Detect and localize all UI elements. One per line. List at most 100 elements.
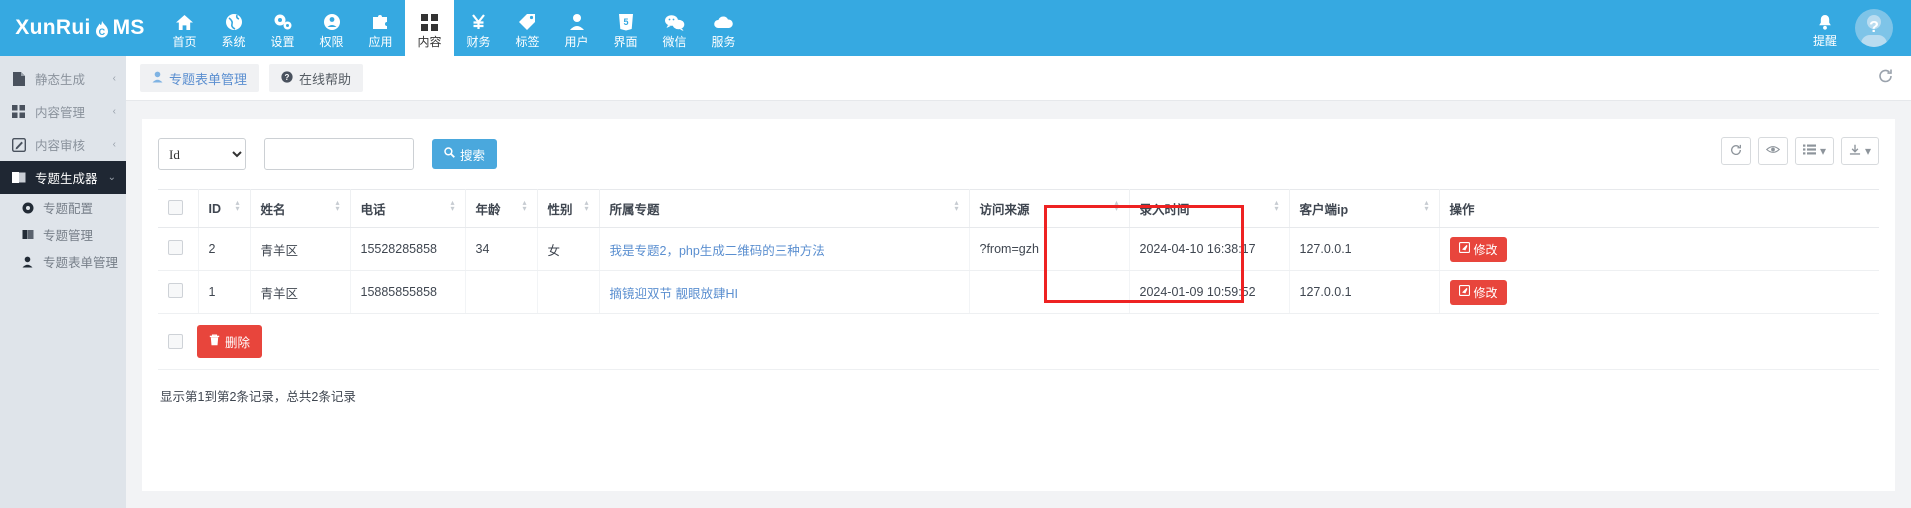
tag-icon [518, 11, 537, 33]
sidebar-item-label: 内容审核 [35, 139, 86, 153]
toolbar-refresh-button[interactable] [1720, 137, 1751, 165]
nav-item-users[interactable]: 用户 [552, 0, 601, 56]
delete-button[interactable]: 删除 [197, 325, 263, 358]
sidebar-subitem-label: 专题表单管理 [43, 256, 119, 270]
row-checkbox[interactable] [168, 283, 183, 298]
tab-online-help[interactable]: ? 在线帮助 [269, 64, 364, 92]
search-icon [444, 147, 455, 161]
sort-icon: ▴ ▾ [584, 197, 589, 213]
column-label: 年龄 [475, 203, 501, 217]
cell-id: 1 [198, 270, 251, 314]
edit-button[interactable]: 修改 [1449, 236, 1507, 262]
brand-text-left: XunRui [15, 16, 91, 39]
nav-item-home[interactable]: 首页 [160, 0, 209, 56]
notification-button[interactable]: 提醒 [1813, 8, 1837, 48]
column-header-name[interactable]: 姓名 ▴ ▾ [250, 189, 351, 228]
footer-select-all-checkbox[interactable] [168, 334, 183, 349]
book-icon [12, 171, 28, 184]
sidebar-subitem-topic-config[interactable]: 专题配置 [0, 194, 126, 221]
tab-label: 在线帮助 [299, 71, 352, 87]
file-icon [12, 71, 28, 86]
cell-created: 2024-01-09 10:59:52 [1129, 270, 1290, 314]
nav-item-apps[interactable]: 应用 [356, 0, 405, 56]
sidebar-item-label: 静态生成 [35, 73, 86, 87]
sort-icon: ▴ ▾ [450, 197, 455, 213]
table-header-row: ID ▴ ▾ 姓名 ▴ ▾ 电话 ▴ ▾ 年龄 ▴ ▾ 性别 ▴ ▾ 所属专题 … [158, 189, 1879, 228]
filter-row: Id 搜索 [158, 137, 1879, 171]
nav-item-system[interactable]: 系统 [209, 0, 258, 56]
toolbar-columns-button[interactable]: ▾ [1794, 137, 1834, 165]
refresh-icon[interactable] [1878, 69, 1893, 88]
sidebar-subitem-topic-management[interactable]: 专题管理 [0, 221, 126, 248]
brand-text-right: MS [112, 16, 145, 39]
table-row[interactable]: 1 青羊区 15885855858 摘镜迎双节 靓眼放肆HI 2024-01-0… [158, 270, 1879, 314]
nav-item-tags[interactable]: 标签 [503, 0, 552, 56]
sidebar-item-static-generation[interactable]: 静态生成 ‹ [0, 62, 126, 95]
nav-label: 内容 [417, 35, 442, 49]
nav-item-permission[interactable]: 权限 [307, 0, 356, 56]
search-button[interactable]: 搜索 [432, 139, 498, 169]
nav-item-wechat[interactable]: 微信 [650, 0, 699, 56]
nav-item-service[interactable]: 服务 [699, 0, 748, 56]
sidebar-item-content-management[interactable]: 内容管理 ‹ [0, 95, 126, 128]
nav-label: 界面 [613, 35, 638, 49]
column-label: 姓名 [260, 203, 286, 217]
wechat-icon [664, 11, 685, 33]
nav-item-settings[interactable]: 设置 [258, 0, 307, 56]
nav-label: 用户 [564, 35, 589, 49]
sort-icon: ▴ ▾ [1274, 197, 1279, 213]
nav-item-content[interactable]: 内容 [405, 0, 454, 56]
column-header-ip[interactable]: 客户端ip ▴ ▾ [1289, 189, 1440, 228]
delete-button-label: 删除 [225, 336, 251, 350]
filter-field-select[interactable]: Id [158, 138, 246, 170]
yen-icon [470, 11, 487, 33]
book-icon [22, 229, 37, 240]
column-header-source[interactable]: 访问来源 ▴ ▾ [969, 189, 1130, 228]
row-checkbox[interactable] [168, 240, 183, 255]
edit-button-label: 修改 [1473, 285, 1498, 300]
nav-item-ui[interactable]: 5 界面 [601, 0, 650, 56]
cell-gender: 女 [537, 227, 600, 271]
toolbar-toggle-view-button[interactable] [1757, 137, 1788, 165]
user-circle-icon [323, 11, 341, 33]
content-panel: Id 搜索 ▾ ▾ ID ▴ ▾ 姓名 ▴ ▾ 电话 ▴ ▾ 年龄 ▴ ▾ 性别… [142, 119, 1895, 491]
cell-name: 青羊区 [250, 227, 351, 271]
sidebar-subitem-label: 专题配置 [43, 202, 94, 216]
sidebar-subitem-topic-form-management[interactable]: 专题表单管理 [0, 248, 126, 275]
chevron-left-icon: ‹ [112, 73, 116, 84]
row-select-cell [158, 270, 199, 314]
top-navigation-bar: XunRui C MS 首页 系统 设置 权限 应用 内容 财务 标签 用户 5… [0, 0, 1911, 56]
sidebar-item-content-review[interactable]: 内容审核 ‹ [0, 128, 126, 161]
cell-action: 修改 [1439, 270, 1879, 314]
search-input[interactable] [264, 138, 414, 170]
column-header-gender[interactable]: 性别 ▴ ▾ [537, 189, 600, 228]
grid-icon [421, 11, 438, 33]
column-header-phone[interactable]: 电话 ▴ ▾ [350, 189, 466, 228]
sidebar-item-label: 内容管理 [35, 106, 86, 120]
topic-link[interactable]: 我是专题2，php生成二维码的三种方法 [610, 244, 825, 258]
column-header-created[interactable]: 录入时间 ▴ ▾ [1129, 189, 1290, 228]
edit-button[interactable]: 修改 [1449, 279, 1507, 305]
column-header-topic[interactable]: 所属专题 ▴ ▾ [599, 189, 970, 228]
cell-ip: 127.0.0.1 [1289, 270, 1440, 314]
table-row[interactable]: 2 青羊区 15528285858 34 女 我是专题2，php生成二维码的三种… [158, 227, 1879, 271]
bell-icon [1817, 12, 1833, 32]
tab-bar: 专题表单管理 ? 在线帮助 [126, 56, 1911, 101]
column-header-age[interactable]: 年龄 ▴ ▾ [465, 189, 538, 228]
sort-icon: ▴ ▾ [335, 197, 340, 213]
svg-text:?: ? [285, 73, 290, 82]
topic-link[interactable]: 摘镜迎双节 靓眼放肆HI [610, 287, 738, 301]
sidebar-item-topic-generator[interactable]: 专题生成器 ⌄ [0, 161, 126, 194]
nav-item-finance[interactable]: 财务 [454, 0, 503, 56]
tab-topic-form-management[interactable]: 专题表单管理 [140, 64, 260, 92]
avatar[interactable]: ? [1855, 9, 1893, 47]
search-button-label: 搜索 [460, 148, 486, 163]
html5-icon: 5 [618, 11, 634, 33]
flame-icon: C [92, 20, 112, 40]
select-all-checkbox[interactable] [168, 199, 183, 215]
brand-logo[interactable]: XunRui C MS [0, 0, 160, 56]
toolbar-export-button[interactable]: ▾ [1840, 137, 1879, 165]
nav-label: 应用 [368, 35, 393, 49]
list-icon [1802, 144, 1816, 158]
column-header-id[interactable]: ID ▴ ▾ [198, 189, 251, 228]
